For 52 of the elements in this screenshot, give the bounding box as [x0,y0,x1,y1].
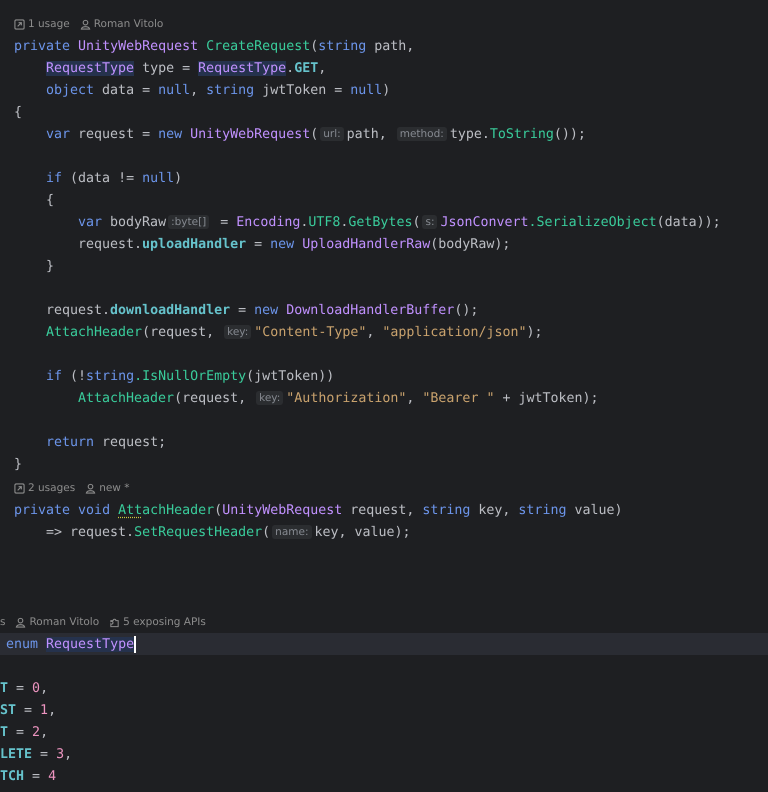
inlay-hint: method: [396,127,447,141]
person-icon [15,616,26,628]
code-text: key, value); [314,524,411,540]
code-text: path, [346,126,388,142]
code-text: "Authorization", "Bearer " + jwtToken); [286,390,599,406]
code-text: return request; [46,434,166,450]
code-text: => request.SetRequestHeader( [46,524,270,540]
inlay-hint: key: [256,391,284,405]
code-text: JsonConvert.SerializeObject(data)); [440,214,721,230]
code-text: request.uploadHandler = new UploadHandlerRaw(bodyRaw); [78,236,510,252]
code-text: } [14,456,22,472]
exposing-apis-link[interactable]: 5 exposing APIs [109,616,206,628]
code-text: "Content-Type", "application/json"); [254,324,543,340]
code-text: LETE = 3, [0,746,72,762]
code-text: AttachHeader(request, [46,324,216,340]
code-text: AttachHeader(request, [78,390,248,406]
usages-link[interactable]: 1 usage [14,18,70,30]
author-label: Roman Vitolo [80,18,164,30]
code-text: var request = new UnityWebRequest( [46,126,318,142]
usages-icon [14,482,25,494]
inlay-hint: :byte[] [168,215,210,229]
author-label: Roman Vitolo [15,616,100,628]
code-text: private UnityWebRequest CreateRequest(string path, [14,38,414,54]
code-text: type.ToString()); [450,126,586,142]
code-text: TCH = 4 [0,768,56,784]
code-text: ST = 1, [0,702,56,718]
code-text: enum RequestType [6,636,134,652]
code-text: RequestType type = RequestType.GET, [46,60,326,76]
code-text: = Encoding.UTF8.GetBytes( [219,214,420,230]
inlay-hint: s: [422,215,438,229]
code-text: } [46,258,54,274]
code-text: if (data != null) [46,170,182,186]
code-text: { [14,104,22,120]
inlay-hint: name: [272,525,312,539]
puzzle-icon [109,616,120,628]
code-text: if (!string.IsNullOrEmpty(jwtToken)) [46,368,334,384]
code-text: request.downloadHandler = new DownloadHandlerBuffer(); [46,302,478,318]
code-text: T = 0, [0,680,48,696]
usages-link[interactable]: 2 usages [14,482,76,494]
usages-link[interactable]: s [0,616,6,628]
code-text: var bodyRaw [78,214,166,230]
inlay-hint: key: [224,325,252,339]
person-icon [80,18,91,30]
inlay-hint: url: [320,127,344,141]
usages-icon [14,18,25,30]
author-label: new * [85,482,130,494]
text-cursor [134,636,136,652]
code-text: object data = null, string jwtToken = null) [46,82,390,98]
person-icon [85,482,96,494]
code-text: { [46,192,54,208]
code-text: T = 2, [0,724,48,740]
code-text: private void AttachHeader(UnityWebRequest request, string key, string value) [14,502,623,518]
